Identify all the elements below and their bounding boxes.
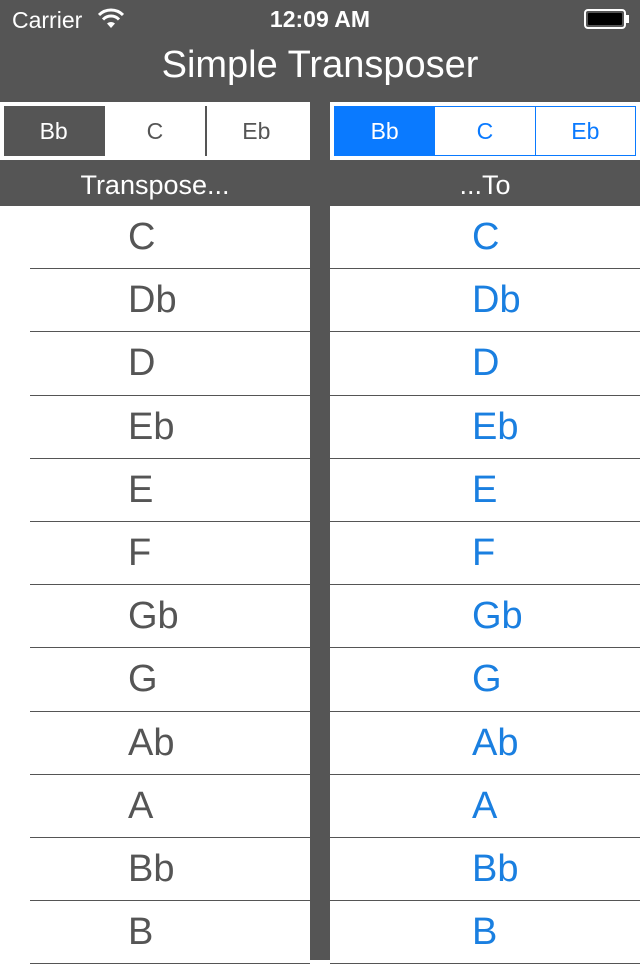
to-note-row[interactable]: Gb	[330, 585, 640, 649]
to-note-row[interactable]: Bb	[330, 838, 640, 902]
to-note-row[interactable]: A	[330, 775, 640, 839]
from-note-row[interactable]: C	[0, 206, 310, 270]
from-note-row[interactable]: A	[0, 775, 310, 839]
from-column-header: Transpose...	[80, 170, 230, 200]
from-key-selector: Bb C Eb	[4, 106, 306, 156]
to-note-row[interactable]: G	[330, 648, 640, 712]
to-note-row[interactable]: B	[330, 901, 640, 964]
to-note-row[interactable]: Db	[330, 269, 640, 333]
status-bar: Carrier 12:09 AM	[0, 0, 640, 40]
to-key-option-c[interactable]: C	[434, 107, 535, 155]
to-note-row[interactable]: F	[330, 522, 640, 586]
from-note-row[interactable]: Ab	[0, 712, 310, 775]
from-key-panel: Bb C Eb	[0, 102, 310, 160]
to-note-row[interactable]: Ab	[330, 712, 640, 775]
battery-icon	[584, 9, 629, 29]
to-note-row[interactable]: D	[330, 332, 640, 396]
to-note-row[interactable]: E	[330, 459, 640, 523]
from-note-row[interactable]: Bb	[0, 838, 310, 902]
to-note-row[interactable]: C	[330, 206, 640, 270]
from-note-row[interactable]: Eb	[0, 396, 310, 459]
from-note-row[interactable]: G	[0, 648, 310, 712]
from-key-option-bb[interactable]: Bb	[4, 106, 104, 156]
app-header: Carrier 12:09 AM Simple Transposer Bb C …	[0, 0, 640, 206]
to-key-option-bb[interactable]: Bb	[335, 107, 435, 155]
from-note-row[interactable]: Gb	[0, 585, 310, 649]
from-key-option-c[interactable]: C	[103, 106, 205, 156]
to-note-list: C Db D Eb E F Gb G Ab A Bb B	[330, 206, 640, 964]
to-key-panel: Bb C Eb	[330, 102, 640, 160]
from-note-row[interactable]: D	[0, 332, 310, 396]
from-note-row[interactable]: F	[0, 522, 310, 586]
to-key-selector: Bb C Eb	[334, 106, 636, 156]
from-key-option-eb[interactable]: Eb	[204, 106, 306, 156]
status-time: 12:09 AM	[269, 6, 371, 32]
page-title: Simple Transposer	[161, 44, 479, 86]
from-note-row[interactable]: B	[0, 901, 310, 964]
to-key-option-eb[interactable]: Eb	[534, 107, 635, 155]
to-note-row[interactable]: Eb	[330, 396, 640, 459]
column-divider	[310, 206, 330, 960]
from-note-list: C Db D Eb E F Gb G Ab A Bb B	[0, 206, 310, 964]
from-note-row[interactable]: E	[0, 459, 310, 523]
to-column-header: ...To	[459, 170, 511, 200]
from-note-row[interactable]: Db	[0, 269, 310, 333]
